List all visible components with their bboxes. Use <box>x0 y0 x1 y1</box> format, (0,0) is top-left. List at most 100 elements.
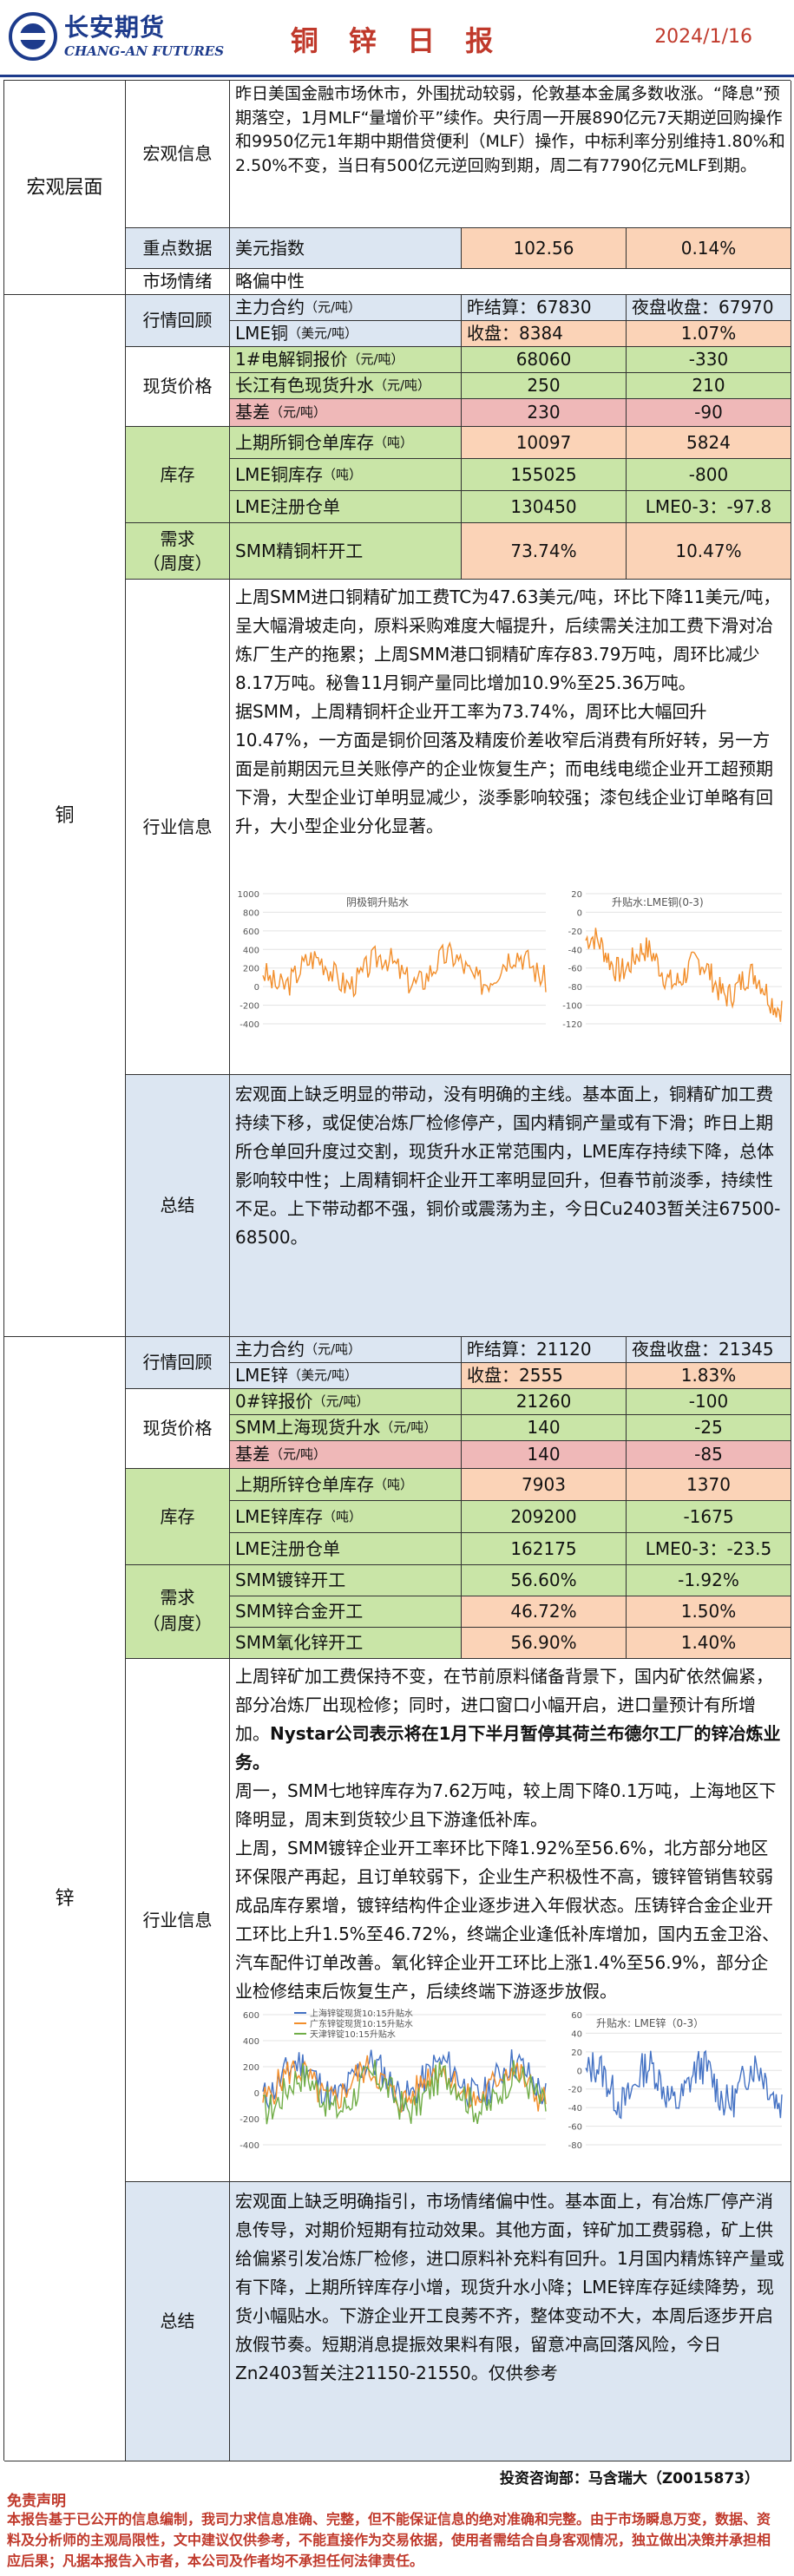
zn-spot1: 0#锌报价 （元/吨） <box>230 1389 462 1415</box>
cu-main-contract-unit: （元/吨） <box>305 299 362 315</box>
zn-inv1-name: 上期所锌仓单库存 <box>235 1473 374 1495</box>
usd-index-name: 美元指数 <box>230 228 462 269</box>
cu-demand-label-line1: 需求 <box>160 528 195 549</box>
zn-basis: 基差 （元/吨） <box>230 1441 462 1469</box>
cu-inv1-change: 5824 <box>627 427 791 459</box>
cu-demand-change: 10.47% <box>627 523 791 580</box>
zn-inv2-value: 209200 <box>462 1501 627 1533</box>
cu-inv2-value: 155025 <box>462 459 627 491</box>
cu-right-tick-label: -60 <box>568 965 582 974</box>
zn-summary-text: 宏观面上缺乏明确指引，市场情绪偏中性。基本面上，有冶炼厂停产消息传导，对期价短期… <box>230 2182 791 2461</box>
zn-inv1: 上期所锌仓单库存 （吨） <box>230 1469 462 1501</box>
zn-left-tick-label: 0 <box>254 2089 259 2099</box>
zn-right-tick-label: 60 <box>571 2011 582 2021</box>
cu-lme-unit: （美元/吨） <box>288 325 358 341</box>
cu-right-series-line <box>585 927 783 1022</box>
report-header: 长安期货 CHANG-AN FUTURES 铜 锌 日 报 2024/1/16 <box>0 0 794 77</box>
cu-right-tick-label: -120 <box>562 1020 582 1030</box>
zn-lme-change: 1.83% <box>627 1363 791 1389</box>
zn-inv3-change: LME0-3：-23.5 <box>627 1533 791 1565</box>
zn-spot2-unit: （元/吨） <box>380 1419 437 1435</box>
zn-demand-label: 需求 （周度） <box>126 1565 230 1659</box>
cu-right-tick-label: -40 <box>568 946 582 955</box>
zn-d2-value: 46.72% <box>462 1596 627 1628</box>
cu-left-series-line <box>262 941 547 999</box>
zn-inv1-change: 1370 <box>627 1469 791 1501</box>
zn-basis-unit: （元/吨） <box>270 1446 327 1462</box>
zn-lme: LME锌 （美元/吨） <box>230 1363 462 1389</box>
zn-spot2-name: SMM上海现货升水 <box>235 1417 381 1438</box>
zn-left-tick-label: 600 <box>243 2011 259 2021</box>
section-copper: 铜 <box>4 295 126 1337</box>
zn-left-tick-label: -200 <box>240 2115 259 2125</box>
zn-lme-spread-chart-svg: 60 40 20 0 -20 -40 -60 -80 升贴水: LME锌（0-3） <box>568 2011 783 2151</box>
zn-d2-change: 1.50% <box>627 1596 791 1628</box>
cu-basis: 基差 （元/吨） <box>230 399 462 427</box>
cu-left-tick-label: 1000 <box>238 890 259 900</box>
cu-right-tick-label: -100 <box>562 1002 582 1012</box>
cu-right-chart-title: 升贴水:LME铜(0-3) <box>612 895 704 908</box>
zn-right-tick-label: 20 <box>571 2048 582 2058</box>
cu-inv2-change: -800 <box>627 459 791 491</box>
zn-main-contract-name: 主力合约 <box>235 1339 305 1360</box>
cu-left-tick-label: -200 <box>240 1002 259 1012</box>
zn-inv1-unit: （吨） <box>374 1476 414 1492</box>
cu-spot-label: 现货价格 <box>126 347 230 427</box>
zn-summary-label: 总结 <box>126 2182 230 2461</box>
cu-right-tick-label: 0 <box>577 908 582 918</box>
cu-left-tick-label: 800 <box>243 908 259 918</box>
zn-inv3-name: LME注册仓单 <box>230 1533 462 1565</box>
cu-demand-label: 需求 （周度） <box>126 523 230 580</box>
advisor-credit: 投资咨询部：马含瑞大（Z0015873） <box>499 2470 759 2488</box>
cu-basis-chart: 1000 800 600 400 200 0 -200 -400 阴极铜升贴水 <box>233 883 554 1069</box>
zn-right-tick-label: -20 <box>568 2086 582 2095</box>
cu-inv1: 上期所铜仓单库存 （吨） <box>230 427 462 459</box>
zn-d2-name: SMM锌合金开工 <box>230 1596 462 1628</box>
zn-right-series-line <box>585 2049 783 2120</box>
cu-lme: LME铜 （美元/吨） <box>230 321 462 347</box>
zn-spot-label: 现货价格 <box>126 1389 230 1469</box>
cu-lme-close: 收盘：8384 <box>462 321 627 347</box>
zn-inventory-label: 库存 <box>126 1469 230 1565</box>
cu-summary-label: 总结 <box>126 1075 230 1337</box>
cu-main-contract-name: 主力合约 <box>235 297 305 318</box>
zn-spot2-change: -25 <box>627 1415 791 1441</box>
zn-left-tick-label: -400 <box>240 2141 259 2151</box>
cu-left-chart-title: 阴极铜升贴水 <box>346 895 409 908</box>
cu-demand-value: 73.74% <box>462 523 627 580</box>
zn-d3-change: 1.40% <box>627 1628 791 1659</box>
cu-spot2-change: 210 <box>627 373 791 399</box>
cu-industry-label: 行业信息 <box>126 580 230 1075</box>
cu-basis-unit: （元/吨） <box>270 404 327 420</box>
zn-right-chart-title: 升贴水: LME锌（0-3） <box>596 2017 704 2029</box>
zn-left-tick-label: 400 <box>243 2037 259 2047</box>
disclaimer-title: 免责声明 <box>7 2493 66 2510</box>
zn-main-night: 夜盘收盘：21345 <box>627 1337 791 1363</box>
zn-lme-spread-chart: 60 40 20 0 -20 -40 -60 -80 升贴水: LME锌（0-3） <box>560 2004 787 2178</box>
cu-inv1-value: 10097 <box>462 427 627 459</box>
zn-d1-change: -1.92% <box>627 1565 791 1596</box>
cu-industry-p2: 据SMM，上周精铜杆企业开工率为73.74%，周环比大幅回升10.47%，一方面… <box>235 701 773 836</box>
zn-basis-change: -85 <box>627 1441 791 1469</box>
cu-spot1-unit: （元/吨） <box>347 351 404 367</box>
zn-spot1-value: 21260 <box>462 1389 627 1415</box>
cu-spot1-change: -330 <box>627 347 791 373</box>
cu-summary-text: 宏观面上缺乏明显的带动，没有明确的主线。基本面上，铜精矿加工费持续下移，或促使冶… <box>230 1075 791 1337</box>
cu-main-night: 夜盘收盘：67970 <box>627 295 791 321</box>
cu-left-tick-label: 0 <box>254 983 259 993</box>
cu-inv2-name: LME铜库存 <box>235 463 324 485</box>
cu-inv2-unit: （吨） <box>323 466 363 482</box>
sentiment-label: 市场情绪 <box>126 269 230 295</box>
zn-right-tick-label: -60 <box>568 2123 582 2133</box>
macro-info-label: 宏观信息 <box>126 81 230 228</box>
section-zinc: 锌 <box>4 1337 126 2461</box>
cu-basis-chart-svg: 1000 800 600 400 200 0 -200 -400 阴极铜升贴水 <box>238 890 547 1030</box>
zn-left-legend-label: 天津锌锭10:15升贴水 <box>310 2029 396 2040</box>
section-macro: 宏观层面 <box>4 81 126 295</box>
zn-demand-label-line1: 需求 <box>160 1587 195 1608</box>
cu-main-close: 昨结算：67830 <box>462 295 627 321</box>
cu-spot1-name: 1#电解铜报价 <box>235 349 348 370</box>
zn-d3-name: SMM氧化锌开工 <box>230 1628 462 1659</box>
zn-d1-value: 56.60% <box>462 1565 627 1596</box>
zn-main-contract: 主力合约 （元/吨） <box>230 1337 462 1363</box>
